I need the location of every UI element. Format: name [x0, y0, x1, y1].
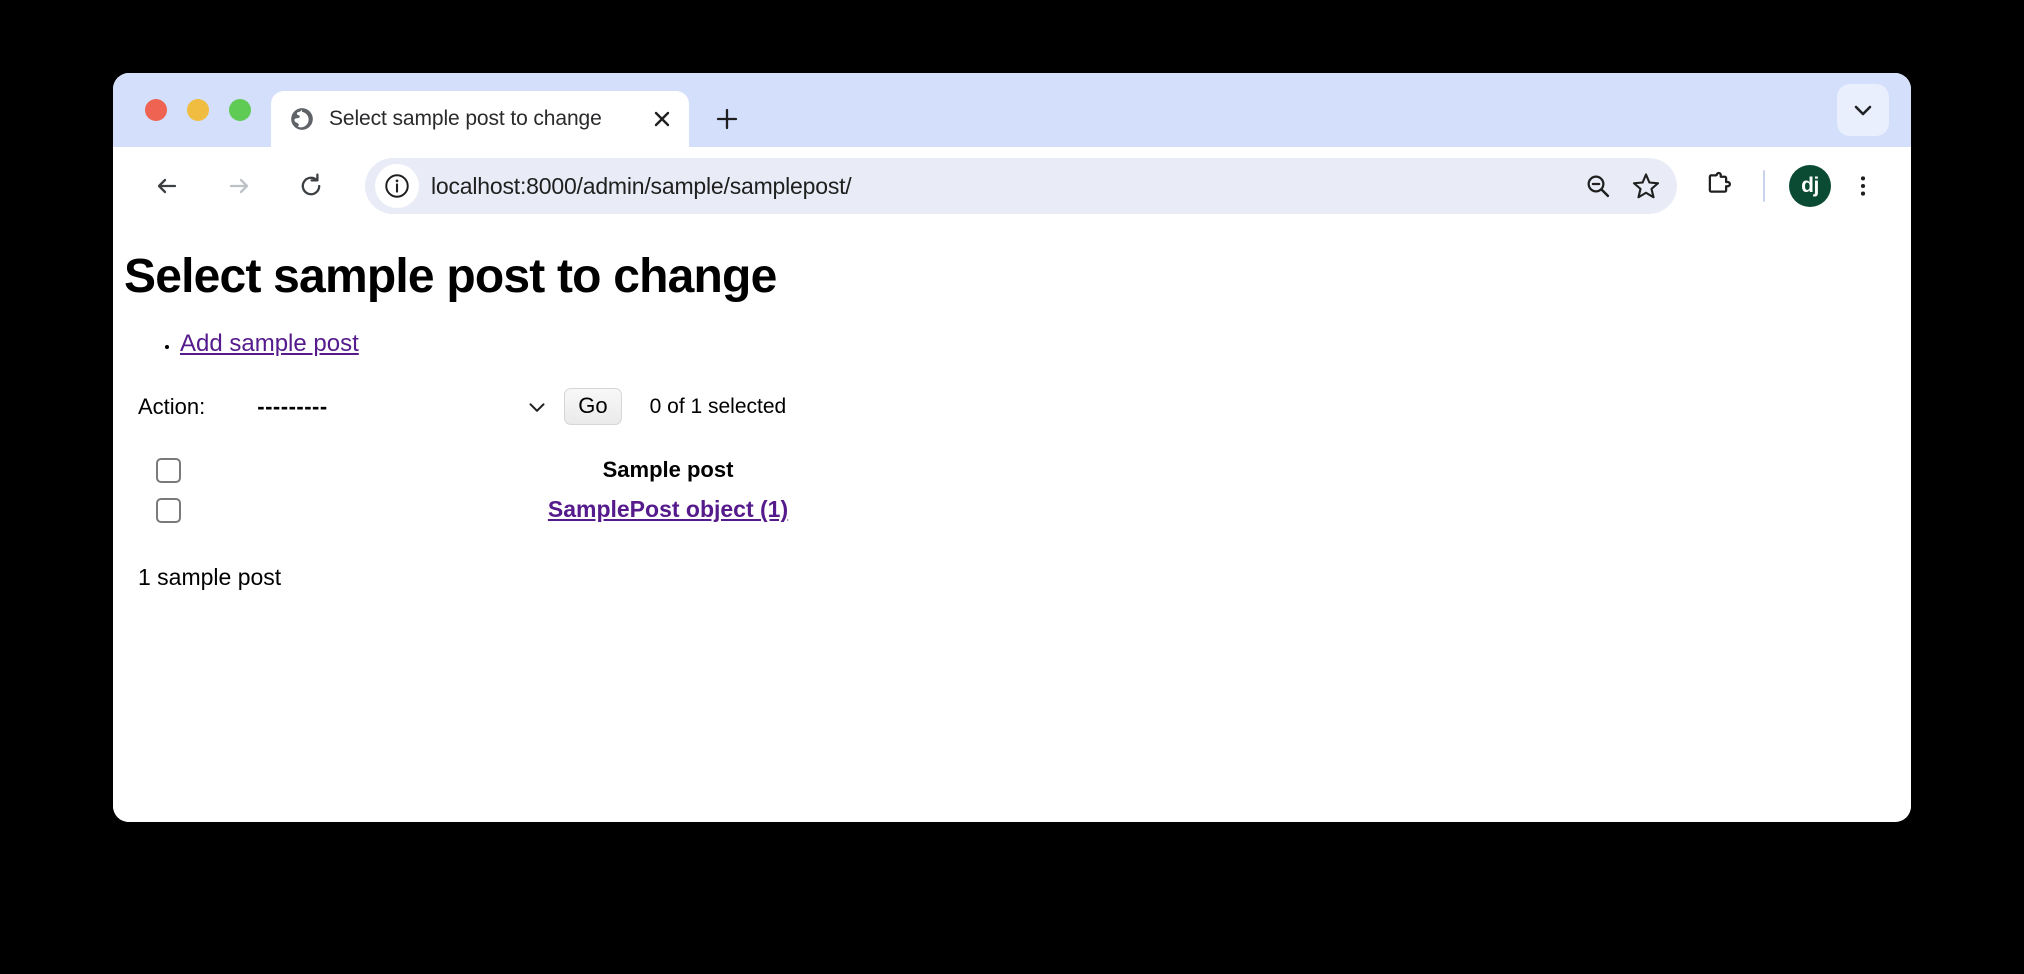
- table-header-row: Sample post: [124, 450, 1138, 490]
- toolbar-divider: [1763, 170, 1765, 202]
- back-button[interactable]: [139, 158, 195, 214]
- extensions-button[interactable]: [1693, 160, 1745, 212]
- selection-counter: 0 of 1 selected: [649, 394, 787, 418]
- arrow-right-icon: [229, 178, 249, 194]
- site-info-button[interactable]: [375, 164, 419, 208]
- select-all-header: [124, 450, 198, 490]
- row-name-cell: SamplePost object (1): [198, 490, 1138, 530]
- url-text: localhost:8000/admin/sample/samplepost/: [431, 172, 852, 199]
- bookmark-button[interactable]: [1623, 163, 1669, 209]
- screen: Select sample post to change localhost:8…: [0, 0, 2024, 974]
- add-sample-post-link[interactable]: Add sample post: [180, 330, 359, 357]
- window-traffic-lights: [113, 73, 271, 147]
- info-icon: [385, 174, 409, 198]
- zoom-out-icon: [1587, 175, 1610, 198]
- address-bar[interactable]: localhost:8000/admin/sample/samplepost/: [365, 158, 1677, 214]
- close-window-button[interactable]: [145, 99, 167, 121]
- tab-strip: Select sample post to change: [113, 73, 1911, 147]
- changelist-form: Action: --------- Go 0 of 1 selected Sam…: [124, 386, 1911, 591]
- tab-title: Select sample post to change: [329, 107, 602, 130]
- chevron-down-icon: [1854, 105, 1872, 116]
- new-tab-button[interactable]: [703, 95, 751, 143]
- action-select[interactable]: ---------: [257, 390, 550, 424]
- select-all-checkbox[interactable]: [155, 457, 181, 483]
- chevron-down-icon: [529, 402, 545, 412]
- samplepost-object-link[interactable]: SamplePost object (1): [548, 496, 788, 522]
- results-table-body: SamplePost object (1): [124, 490, 1138, 530]
- star-icon: [1632, 173, 1660, 199]
- close-tab-button[interactable]: [645, 102, 679, 136]
- action-label: Action:: [138, 393, 206, 419]
- tab-search-button[interactable]: [1837, 84, 1889, 136]
- row-select-checkbox[interactable]: [155, 497, 181, 523]
- toolbar-actions: dj: [1693, 160, 1889, 212]
- close-icon: [654, 111, 670, 127]
- extensions-puzzle-icon: [1708, 171, 1731, 193]
- object-tools: Add sample post: [124, 330, 1911, 358]
- page-content: Select sample post to change Add sample …: [113, 225, 1911, 822]
- minimize-window-button[interactable]: [187, 99, 209, 121]
- paginator: 1 sample post: [138, 563, 282, 590]
- page-title: Select sample post to change: [124, 250, 777, 303]
- browser-tab[interactable]: Select sample post to change: [271, 91, 689, 147]
- reload-icon: [301, 173, 321, 196]
- globe-icon: [291, 108, 313, 130]
- column-header-sample-post: Sample post: [602, 456, 734, 482]
- reload-button[interactable]: [283, 158, 339, 214]
- zoom-out-button[interactable]: [1575, 163, 1621, 209]
- action-select-value: ---------: [257, 393, 328, 419]
- browser-menu-button[interactable]: [1837, 160, 1889, 212]
- results-table: Sample post SamplePost object (1): [124, 450, 1138, 530]
- table-row: SamplePost object (1): [124, 490, 1138, 530]
- profile-avatar[interactable]: dj: [1789, 165, 1831, 207]
- arrow-left-icon: [157, 178, 177, 194]
- browser-toolbar: localhost:8000/admin/sample/samplepost/: [113, 147, 1911, 225]
- zoom-window-button[interactable]: [229, 99, 251, 121]
- actions-bar: Action: --------- Go 0 of 1 selected: [124, 386, 1911, 428]
- object-tools-item: Add sample post: [180, 330, 1911, 358]
- plus-icon: [716, 108, 738, 130]
- go-button[interactable]: Go: [564, 388, 622, 426]
- forward-button[interactable]: [211, 158, 267, 214]
- more-vertical-icon: [1860, 176, 1866, 196]
- browser-window: Select sample post to change localhost:8…: [113, 73, 1911, 822]
- row-select-cell: [124, 490, 198, 530]
- results-table-head: Sample post: [124, 450, 1138, 490]
